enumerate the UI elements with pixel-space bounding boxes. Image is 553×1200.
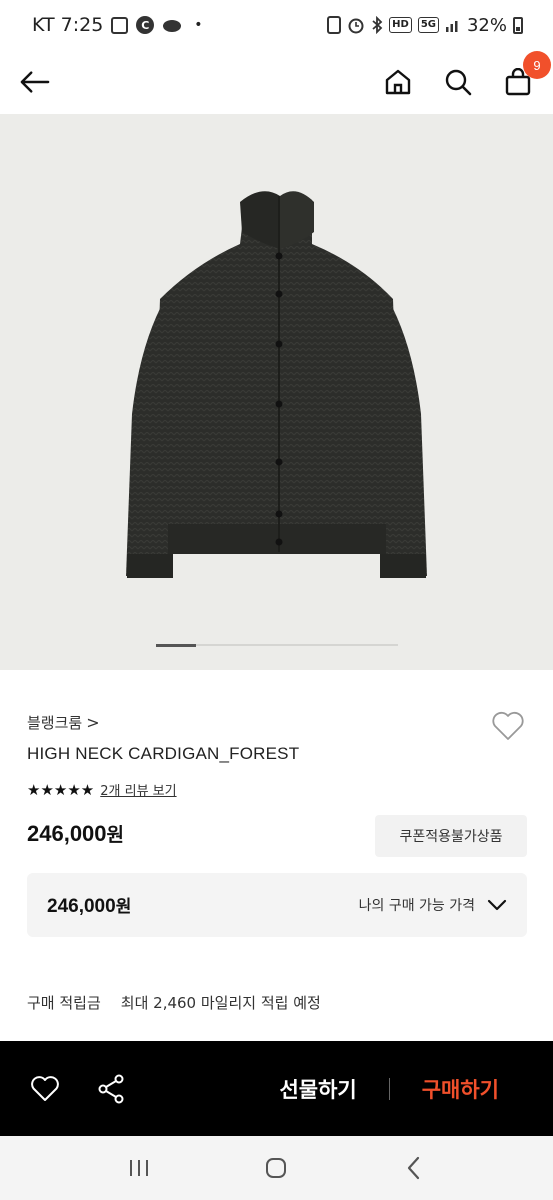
product-price: 246,000원 bbox=[27, 820, 124, 847]
my-price-unit: 원 bbox=[115, 897, 132, 917]
points-value: 최대 2,460 마일리지 적립 예정 bbox=[120, 994, 321, 1012]
c-icon: C bbox=[136, 16, 155, 34]
price-unit: 원 bbox=[106, 824, 125, 846]
heart-icon bbox=[31, 1075, 59, 1101]
home-icon bbox=[385, 69, 411, 95]
back-nav-icon bbox=[408, 1156, 420, 1180]
battery-icon bbox=[513, 16, 523, 34]
wishlist-button[interactable] bbox=[490, 708, 526, 744]
product-image-carousel[interactable] bbox=[0, 114, 553, 670]
product-title: HIGH NECK CARDIGAN_FOREST bbox=[27, 744, 300, 763]
recent-apps-button[interactable] bbox=[124, 1153, 154, 1183]
battery-percent: 32% bbox=[466, 14, 507, 36]
heart-outline-icon bbox=[492, 711, 524, 740]
image-pager bbox=[156, 644, 398, 647]
cart-count-badge: 9 bbox=[523, 51, 551, 79]
app-header: 9 bbox=[0, 50, 553, 114]
buy-button[interactable]: 구매하기 bbox=[422, 1074, 499, 1104]
bluetooth-icon bbox=[372, 16, 383, 34]
chevron-down-icon bbox=[487, 899, 507, 911]
back-arrow-icon bbox=[20, 71, 50, 93]
cloud-icon bbox=[163, 20, 182, 32]
my-price-label-group: 나의 구매 가능 가격 bbox=[359, 895, 507, 915]
image-pager-indicator bbox=[156, 644, 196, 647]
5g-icon: 5G bbox=[417, 17, 439, 33]
rating-stars: ★★★★★ bbox=[27, 780, 95, 799]
system-nav-bar bbox=[0, 1136, 553, 1200]
notification-icon bbox=[327, 16, 342, 34]
my-price: 246,000원 bbox=[47, 892, 131, 918]
home-nav-button[interactable] bbox=[261, 1153, 291, 1183]
brand-row: 블랭크룸 > bbox=[27, 700, 526, 744]
my-price-label: 나의 구매 가능 가격 bbox=[358, 898, 475, 914]
action-divider bbox=[388, 1077, 390, 1100]
search-button[interactable] bbox=[443, 67, 473, 97]
coupon-unavailable-button[interactable]: 쿠폰적용불가상품 bbox=[375, 815, 527, 857]
back-button[interactable] bbox=[20, 67, 50, 97]
chevron-right-icon: > bbox=[86, 712, 100, 732]
cart-button[interactable]: 9 bbox=[503, 51, 551, 97]
home-nav-icon bbox=[266, 1158, 287, 1178]
price-value: 246,000 bbox=[27, 821, 107, 846]
cardigan-image bbox=[126, 191, 427, 578]
hd-icon: HD bbox=[389, 17, 412, 33]
like-button[interactable] bbox=[30, 1074, 60, 1104]
review-link[interactable]: 2개 리뷰 보기 bbox=[100, 780, 176, 799]
signal-icon bbox=[445, 21, 458, 32]
rating-row: ★★★★★ 2개 리뷰 보기 bbox=[27, 780, 177, 800]
home-button[interactable] bbox=[383, 67, 413, 97]
gift-button[interactable]: 선물하기 bbox=[279, 1074, 356, 1104]
share-button[interactable] bbox=[96, 1074, 126, 1104]
alarm-icon bbox=[348, 18, 364, 34]
my-price-value: 246,000 bbox=[47, 896, 116, 917]
status-bar: KT 7:25 C • HD 5G 32% bbox=[0, 0, 553, 50]
my-purchase-price-toggle[interactable]: 246,000원 나의 구매 가능 가격 bbox=[27, 873, 527, 937]
back-nav-button[interactable] bbox=[399, 1153, 429, 1183]
status-time: KT 7:25 bbox=[32, 14, 104, 36]
bottom-action-bar: 선물하기 구매하기 bbox=[0, 1041, 553, 1136]
recent-apps-icon bbox=[129, 1160, 148, 1176]
gallery-icon bbox=[111, 16, 129, 34]
points-label: 구매 적립금 bbox=[27, 994, 101, 1012]
points-row: 구매 적립금 최대 2,460 마일리지 적립 예정 bbox=[27, 992, 321, 1013]
search-icon bbox=[445, 69, 472, 96]
status-dot: • bbox=[194, 17, 203, 33]
share-icon bbox=[98, 1074, 124, 1103]
brand-link[interactable]: 블랭크룸 bbox=[27, 712, 82, 733]
